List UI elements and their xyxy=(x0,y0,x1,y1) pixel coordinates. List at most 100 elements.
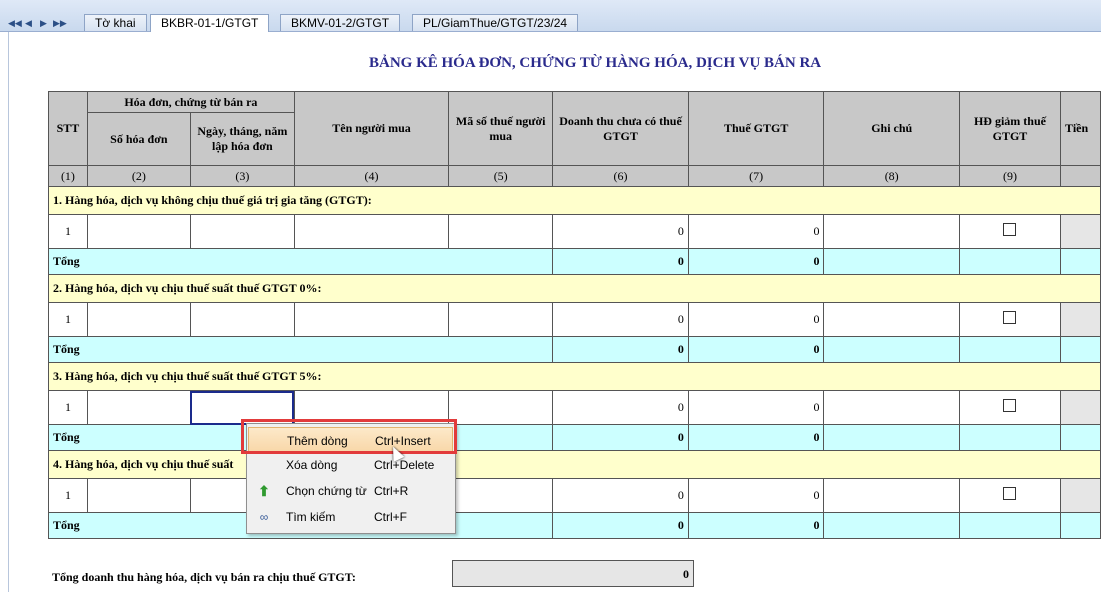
cell-hd-giam xyxy=(958,302,1062,337)
cell-stt: 1 xyxy=(48,214,88,249)
cell-doanh-thu[interactable]: 0 xyxy=(552,390,689,425)
hd-giam-checkbox[interactable] xyxy=(1003,487,1017,500)
menu-item-shortcut: Ctrl+F xyxy=(374,510,407,524)
cell-tien xyxy=(1060,302,1101,337)
cell-hd-giam xyxy=(958,214,1062,249)
cell-mst[interactable] xyxy=(448,390,554,425)
total-row: Tổng 0 0 xyxy=(47,424,1101,451)
hd-giam-checkbox[interactable] xyxy=(1003,223,1017,236)
tab-navigation: ◀◀ ◀ ▶ ▶▶ xyxy=(8,15,67,31)
menu-item-label: Chọn chứng từ xyxy=(286,484,367,498)
total-thue: 0 xyxy=(687,248,825,275)
total-label: Tổng xyxy=(47,336,554,363)
cell-ten[interactable] xyxy=(293,214,450,249)
total-doanh-thu: 0 xyxy=(552,248,689,275)
cell-mst[interactable] xyxy=(448,214,554,249)
total-thue: 0 xyxy=(687,336,825,363)
hd-giam-checkbox[interactable] xyxy=(1003,311,1017,324)
header-tien: Tiền xyxy=(1060,91,1101,166)
header-ngay: Ngày, tháng, năm lập hóa đơn xyxy=(189,112,295,166)
table-row: 1 0 0 xyxy=(48,302,1101,337)
menu-item-tim-kiem[interactable]: ∞ Tìm kiếm Ctrl+F xyxy=(248,504,453,530)
table-row: 1 0 0 xyxy=(48,478,1101,513)
cell-doanh-thu[interactable]: 0 xyxy=(552,302,689,337)
section-title: 1. Hàng hóa, dịch vụ không chịu thuế giá… xyxy=(48,186,1101,215)
cell-ten[interactable] xyxy=(293,302,450,337)
last-tab-icon[interactable]: ▶▶ xyxy=(53,15,67,31)
col-number: (8) xyxy=(823,165,960,187)
section-title: 3. Hàng hóa, dịch vụ chịu thuế suất thuế… xyxy=(48,362,1101,391)
table-row: 1 0 0 xyxy=(48,214,1101,249)
col-number: (1) xyxy=(48,165,88,187)
invoice-table: STT Hóa đơn, chứng từ bán ra Tên người m… xyxy=(47,91,1101,539)
footer-total-label: Tổng doanh thu hàng hóa, dịch vụ bán ra … xyxy=(52,570,356,584)
cell-ghi-chu[interactable] xyxy=(823,390,960,425)
cell-stt: 1 xyxy=(48,478,88,513)
cell-doanh-thu[interactable]: 0 xyxy=(552,214,689,249)
tab-pl-giam-thue[interactable]: PL/GiamThue/GTGT/23/24 xyxy=(412,14,579,31)
sheet-tab-bar: ◀◀ ◀ ▶ ▶▶ Tờ khai BKBR-01-1/GTGT BKMV-01… xyxy=(0,0,1101,32)
col-number: (6) xyxy=(552,165,689,187)
cell-tien xyxy=(1060,478,1101,513)
cell-ngay[interactable] xyxy=(189,302,295,337)
col-number: (3) xyxy=(189,165,295,187)
cell-so-hd[interactable] xyxy=(86,478,191,513)
total-row: Tổng 0 0 xyxy=(47,248,1101,275)
cell-hd-giam xyxy=(958,478,1062,513)
header-doanh-thu: Doanh thu chưa có thuế GTGT xyxy=(552,91,689,166)
tab-bkbr[interactable]: BKBR-01-1/GTGT xyxy=(150,14,270,32)
total-thue: 0 xyxy=(687,424,825,451)
menu-item-chon-chung-tu[interactable]: ⬆ Chọn chứng từ Ctrl+R xyxy=(248,478,453,504)
col-number: (9) xyxy=(958,165,1062,187)
cell-tien xyxy=(1060,390,1101,425)
binoculars-icon: ∞ xyxy=(259,510,269,524)
prev-tab-icon[interactable]: ◀ xyxy=(23,15,34,31)
cell-so-hd[interactable] xyxy=(86,390,191,425)
total-label: Tổng xyxy=(47,248,554,275)
cell-tien xyxy=(1060,214,1101,249)
tab-bkmv[interactable]: BKMV-01-2/GTGT xyxy=(280,14,401,31)
cell-stt: 1 xyxy=(48,390,88,425)
header-so-hd: Số hóa đơn xyxy=(86,112,191,166)
first-tab-icon[interactable]: ◀◀ xyxy=(8,15,22,31)
total-row: Tổng 0 0 xyxy=(47,336,1101,363)
section-title: 4. Hàng hóa, dịch vụ chịu thuế suất xyxy=(48,450,1101,479)
cell-thue[interactable]: 0 xyxy=(687,390,825,425)
header-ghi-chu: Ghi chú xyxy=(823,91,960,166)
col-number: (5) xyxy=(448,165,554,187)
hd-giam-checkbox[interactable] xyxy=(1003,399,1017,412)
green-up-arrow-icon: ⬆ xyxy=(258,483,270,499)
next-tab-icon[interactable]: ▶ xyxy=(38,15,49,31)
header-ten: Tên người mua xyxy=(293,91,450,166)
header-hd-giam: HĐ giảm thuế GTGT xyxy=(958,91,1062,166)
cell-so-hd[interactable] xyxy=(86,214,191,249)
header-group: Hóa đơn, chứng từ bán ra xyxy=(86,91,295,113)
total-row: Tổng 0 0 xyxy=(47,512,1101,539)
col-number: (7) xyxy=(687,165,825,187)
total-doanh-thu: 0 xyxy=(552,336,689,363)
cell-thue[interactable]: 0 xyxy=(687,478,825,513)
cell-ghi-chu[interactable] xyxy=(823,478,960,513)
cell-ngay[interactable] xyxy=(189,214,295,249)
tab-to-khai[interactable]: Tờ khai xyxy=(84,14,147,31)
cell-so-hd[interactable] xyxy=(86,302,191,337)
cell-doanh-thu[interactable]: 0 xyxy=(552,478,689,513)
total-doanh-thu: 0 xyxy=(552,512,689,539)
header-stt: STT xyxy=(48,91,88,166)
total-doanh-thu: 0 xyxy=(552,424,689,451)
section-title: 2. Hàng hóa, dịch vụ chịu thuế suất thuế… xyxy=(48,274,1101,303)
col-number: (4) xyxy=(293,165,450,187)
cell-ghi-chu[interactable] xyxy=(823,214,960,249)
cell-ghi-chu[interactable] xyxy=(823,302,960,337)
menu-item-shortcut: Ctrl+R xyxy=(374,484,409,498)
page-title: BẢNG KÊ HÓA ĐƠN, CHỨNG TỪ HÀNG HÓA, DỊCH… xyxy=(369,55,822,71)
cell-thue[interactable]: 0 xyxy=(687,214,825,249)
highlight-outline xyxy=(241,419,457,454)
cell-mst[interactable] xyxy=(448,302,554,337)
menu-item-xoa-dong[interactable]: Xóa dòng Ctrl+Delete xyxy=(248,452,453,478)
header-mst: Mã số thuế người mua xyxy=(448,91,554,166)
cell-mst[interactable] xyxy=(448,478,554,513)
cell-thue[interactable]: 0 xyxy=(687,302,825,337)
col-number: (2) xyxy=(86,165,191,187)
menu-item-label: Xóa dòng xyxy=(286,458,338,472)
